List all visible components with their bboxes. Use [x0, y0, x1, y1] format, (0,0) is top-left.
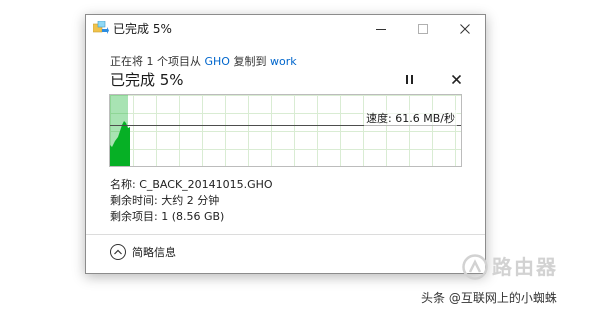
- detail-name-row: 名称: C_BACK_20141015.GHO: [110, 177, 273, 193]
- close-icon: [460, 24, 470, 34]
- window-title: 已完成 5%: [113, 22, 172, 36]
- items-remaining-label: 剩余项目:: [110, 210, 162, 223]
- copy-text-before: 正在将 1 个项目从: [110, 55, 205, 68]
- close-icon: [451, 74, 461, 84]
- cancel-copy-button[interactable]: [449, 72, 463, 86]
- fewer-details-toggle[interactable]: 简略信息: [110, 244, 176, 260]
- close-window-button[interactable]: [444, 15, 486, 43]
- router-logo-icon: [462, 254, 488, 280]
- pause-button[interactable]: [403, 72, 417, 86]
- detail-time-row: 剩余时间: 大约 2 分钟: [110, 193, 273, 209]
- screen: 已完成 5% 正在将 1 个项目从 GHO 复制到 work 已完成 5% 速度…: [0, 0, 600, 313]
- pause-icon: [406, 74, 413, 84]
- copy-progress-dialog: 已完成 5% 正在将 1 个项目从 GHO 复制到 work 已完成 5% 速度…: [85, 14, 486, 274]
- copy-text-middle: 复制到: [229, 55, 270, 68]
- copy-description: 正在将 1 个项目从 GHO 复制到 work: [110, 53, 297, 69]
- time-remaining-value: 大约 2 分钟: [161, 194, 220, 207]
- destination-folder-link[interactable]: work: [270, 55, 297, 68]
- file-name-value: C_BACK_20141015.GHO: [139, 178, 273, 191]
- items-remaining-value: 1 (8.56 GB): [161, 210, 225, 223]
- speed-area: [110, 121, 130, 166]
- speed-chart-shape: [110, 121, 130, 166]
- speed-graph: 速度: 61.6 MB/秒: [109, 94, 462, 167]
- title-bar[interactable]: 已完成 5%: [86, 15, 485, 43]
- detail-items-row: 剩余项目: 1 (8.56 GB): [110, 209, 273, 225]
- minimize-button[interactable]: [360, 15, 402, 43]
- minimize-icon: [376, 29, 386, 30]
- time-remaining-label: 剩余时间:: [110, 194, 162, 207]
- speed-label: 速度: 61.6 MB/秒: [364, 110, 457, 126]
- fewer-details-label: 简略信息: [132, 246, 176, 259]
- copy-folder-icon: [93, 21, 109, 34]
- chevron-up-icon: [110, 244, 126, 260]
- progress-heading: 已完成 5%: [110, 71, 184, 89]
- name-label: 名称:: [110, 178, 140, 191]
- maximize-button[interactable]: [402, 15, 444, 43]
- copy-details: 名称: C_BACK_20141015.GHO 剩余时间: 大约 2 分钟 剩余…: [110, 177, 273, 225]
- watermark-caption: 头条 @互联网上的小蜘蛛: [421, 291, 557, 305]
- source-folder-link[interactable]: GHO: [205, 55, 230, 68]
- watermark-brand: 路由器: [492, 255, 558, 279]
- dialog-footer: 简略信息: [86, 234, 485, 273]
- maximize-icon: [418, 24, 428, 34]
